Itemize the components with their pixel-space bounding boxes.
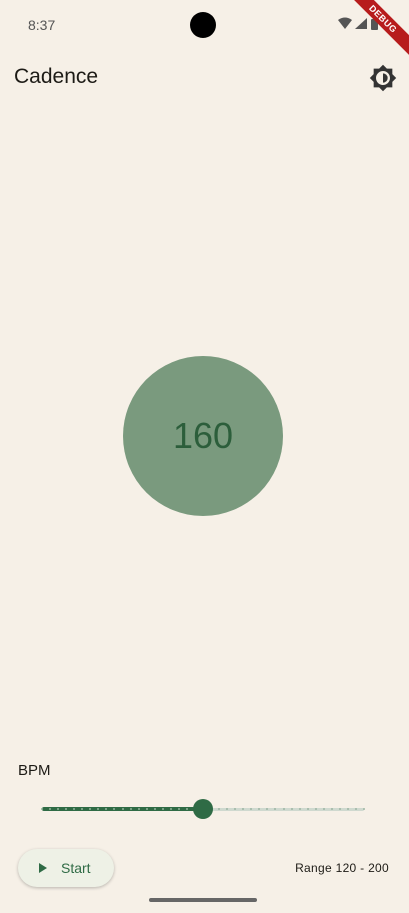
- start-label: Start: [61, 860, 91, 876]
- slider-tick: [81, 808, 84, 810]
- camera-cutout: [190, 12, 216, 38]
- slider-tick: [153, 808, 156, 810]
- status-bar: 8:37 DEBUG: [0, 0, 409, 60]
- slider-tick: [218, 808, 221, 810]
- slider-tick: [169, 808, 172, 810]
- slider-tick: [258, 808, 261, 810]
- brightness-icon: [369, 64, 397, 92]
- slider-tick: [330, 808, 333, 810]
- slider-tick: [57, 808, 60, 810]
- slider-tick: [346, 808, 349, 810]
- slider-tick: [137, 808, 140, 810]
- slider-tick: [121, 808, 124, 810]
- slider-tick: [129, 808, 132, 810]
- home-indicator[interactable]: [149, 898, 257, 902]
- slider-tick: [298, 808, 301, 810]
- slider-tick: [73, 808, 76, 810]
- slider-tick: [49, 808, 52, 810]
- slider-tick: [226, 808, 229, 810]
- slider-tick: [354, 808, 357, 810]
- slider-tick: [234, 808, 237, 810]
- bpm-value: 160: [172, 415, 234, 456]
- theme-toggle-button[interactable]: [369, 64, 397, 92]
- range-text: Range 120 - 200: [295, 861, 389, 875]
- slider-tick: [105, 808, 108, 810]
- bpm-circle: 160: [123, 356, 283, 516]
- slider-tick: [306, 808, 309, 810]
- slider-tick: [177, 808, 180, 810]
- slider-tick: [145, 808, 148, 810]
- play-icon: [39, 863, 47, 873]
- slider-tick: [290, 808, 293, 810]
- bpm-label: BPM: [18, 762, 51, 779]
- slider-tick: [363, 808, 365, 810]
- app-title: Cadence: [14, 65, 99, 88]
- slider-tick: [65, 808, 68, 810]
- slider-thumb[interactable]: [193, 799, 213, 819]
- slider-tick: [97, 808, 100, 810]
- slider-tick: [282, 808, 285, 810]
- slider-tick: [89, 808, 92, 810]
- bpm-slider[interactable]: [41, 798, 365, 820]
- slider-tick: [314, 808, 317, 810]
- app-bar: Cadence: [0, 56, 409, 100]
- slider-tick: [266, 808, 269, 810]
- slider-tick: [274, 808, 277, 810]
- slider-tick: [113, 808, 116, 810]
- debug-label: DEBUG: [349, 0, 409, 60]
- slider-tick: [322, 808, 325, 810]
- slider-tick: [242, 808, 245, 810]
- slider-tick: [41, 808, 43, 810]
- slider-tick: [338, 808, 341, 810]
- slider-tick: [250, 808, 253, 810]
- start-button[interactable]: Start: [18, 849, 114, 887]
- debug-banner: DEBUG: [349, 0, 409, 60]
- slider-tick: [161, 808, 164, 810]
- slider-tick: [185, 808, 188, 810]
- status-time: 8:37: [28, 17, 56, 33]
